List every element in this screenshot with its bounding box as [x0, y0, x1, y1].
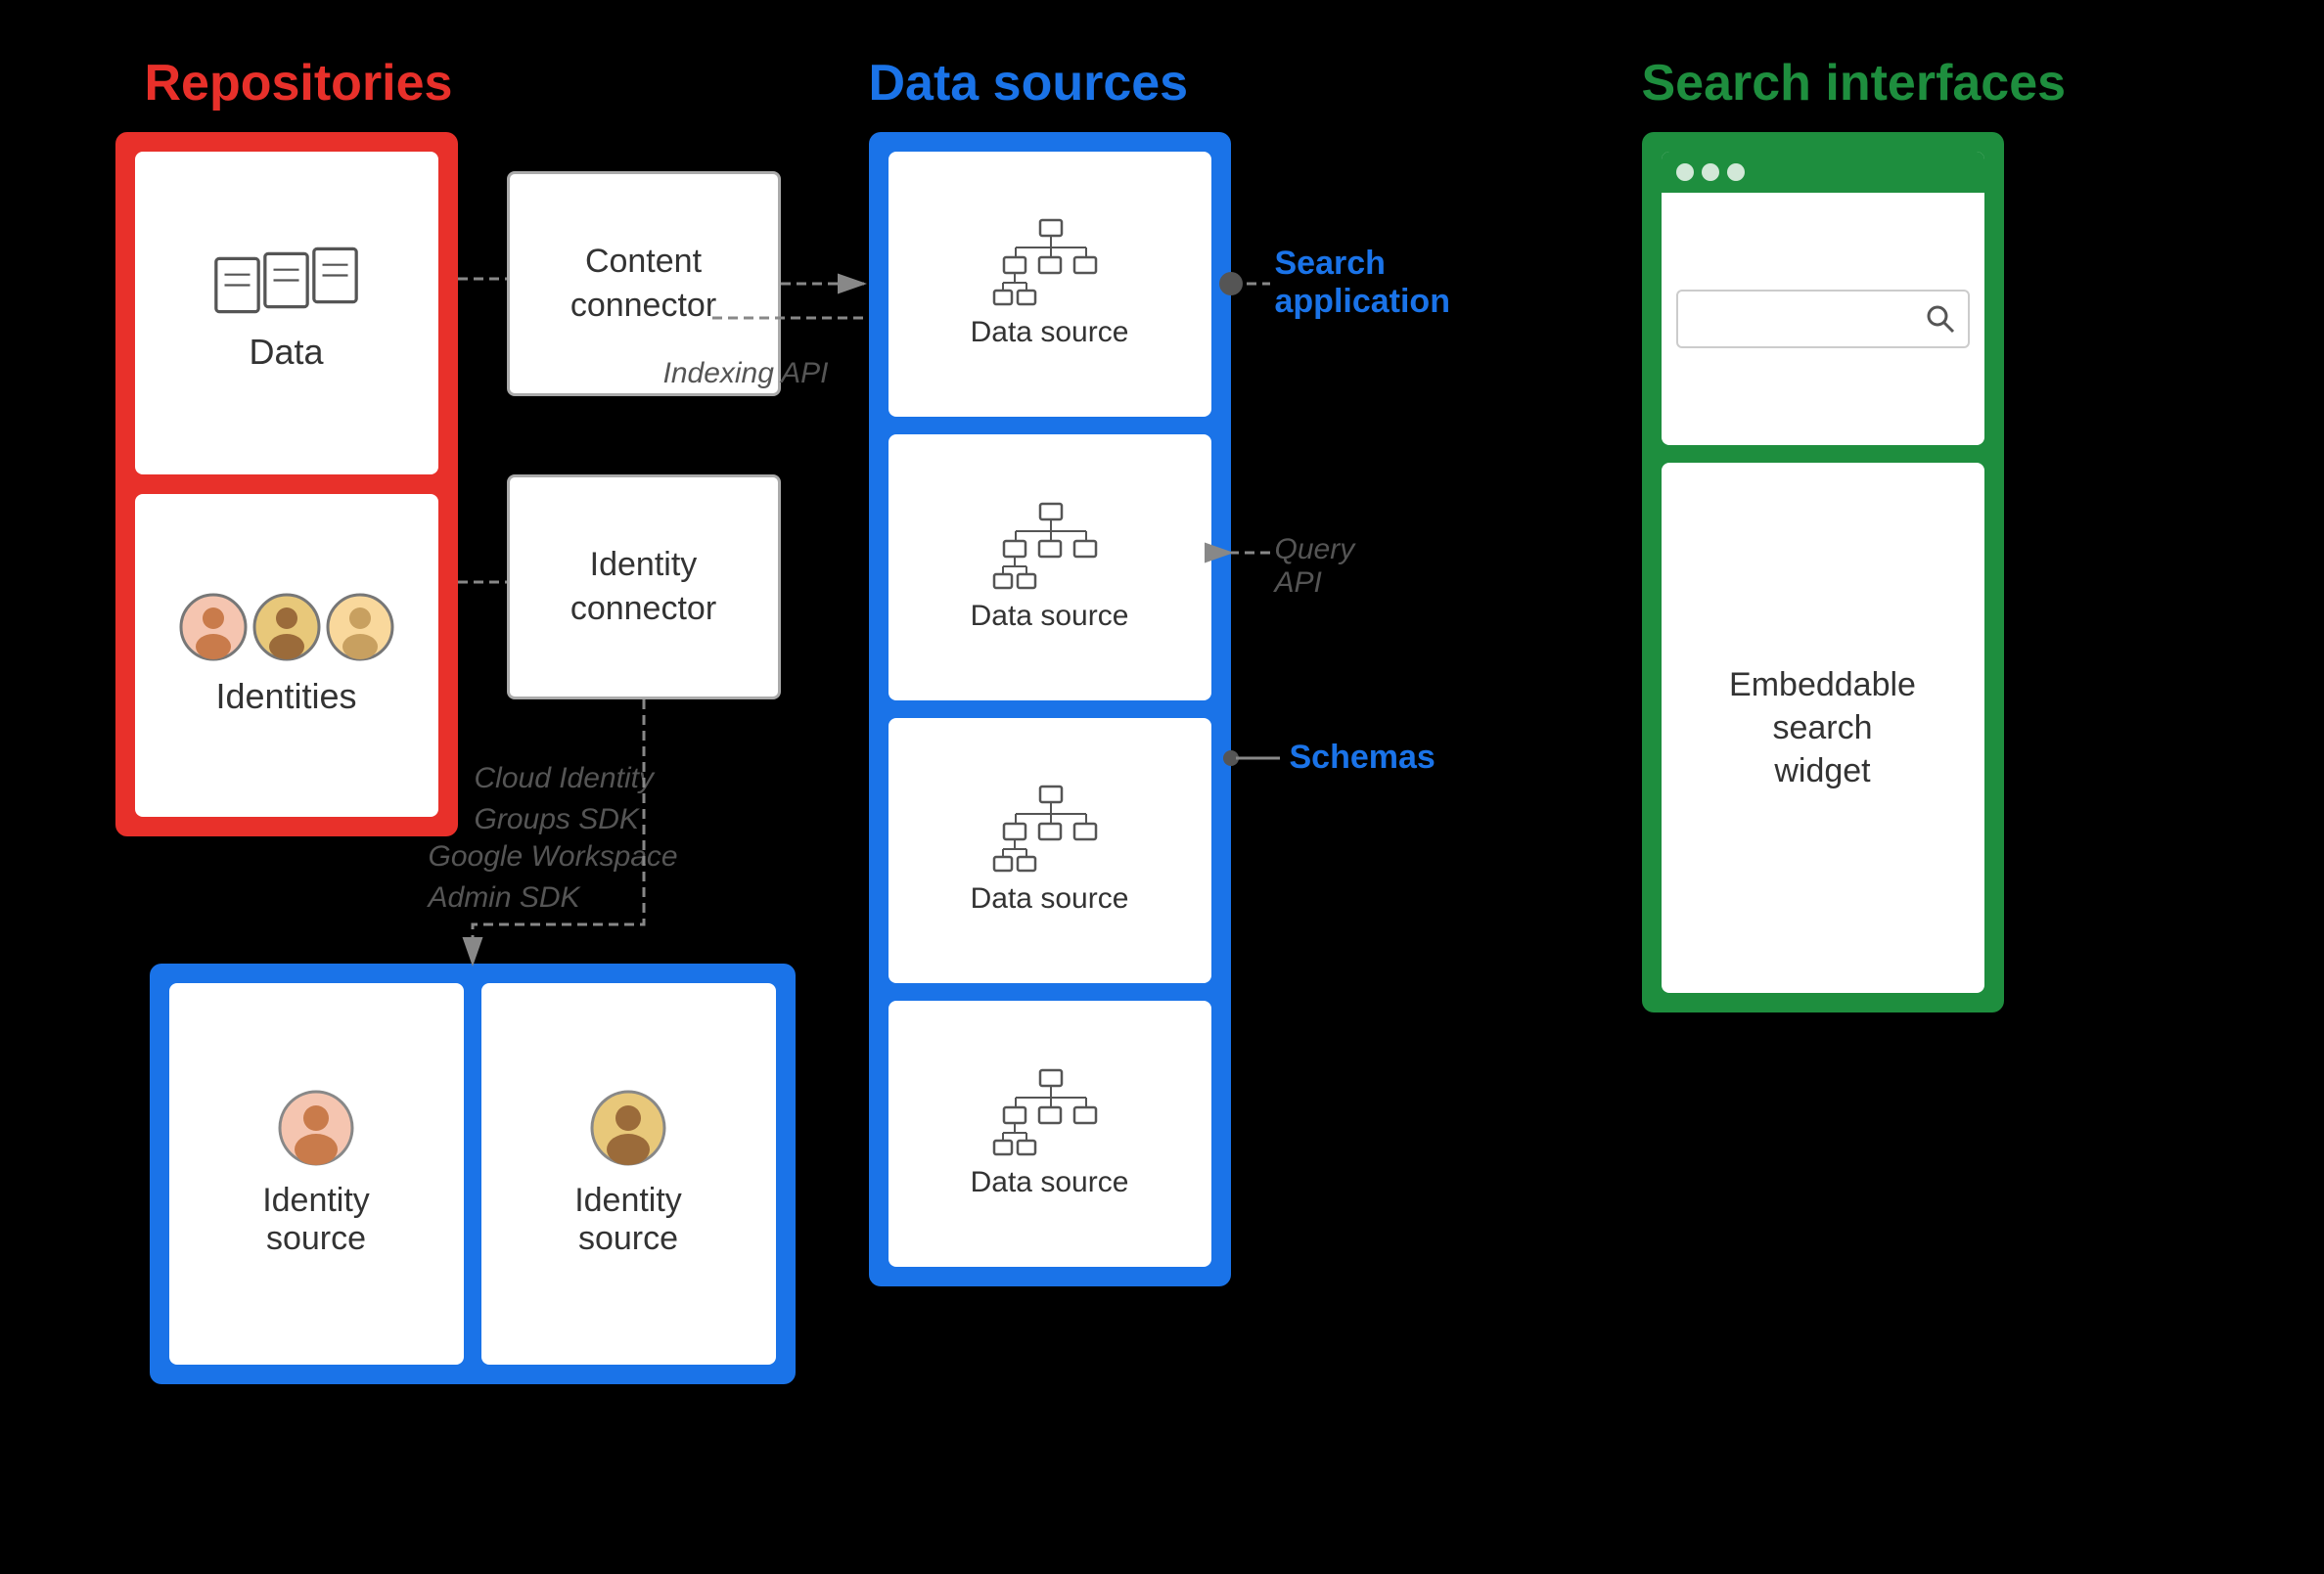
identity-icons	[179, 593, 394, 661]
diagram-inner: Repositories Data sources Search interfa…	[86, 54, 2239, 1521]
identity-source-icon-2	[589, 1089, 667, 1167]
identity-source-2: Identitysource	[481, 983, 776, 1365]
hierarchy-icon-1	[991, 218, 1109, 306]
person-icon-2	[252, 593, 321, 661]
datasource-label-3: Data source	[971, 882, 1129, 916]
datasource-4: Data source	[889, 1001, 1211, 1267]
search-bar-mock[interactable]	[1676, 290, 1970, 348]
datasources-box: Data source	[869, 132, 1231, 1286]
embeddable-widget-box: Embeddablesearchwidget	[1662, 463, 1984, 992]
search-interfaces-box: Embeddablesearchwidget	[1642, 132, 2004, 1012]
traffic-dot-1	[1676, 163, 1694, 181]
search-interfaces-label: Search interfaces	[1642, 54, 2067, 112]
hierarchy-icon-2	[991, 502, 1109, 590]
indexing-api-annotation: Indexing API	[663, 357, 829, 390]
query-api-annotation: QueryAPI	[1275, 533, 1355, 600]
document-icon-2	[259, 248, 313, 312]
traffic-dot-3	[1727, 163, 1745, 181]
datasource-2: Data source	[889, 434, 1211, 700]
datasource-1: Data source	[889, 152, 1211, 418]
data-box: Data	[135, 152, 438, 474]
search-bar-container	[1662, 193, 1984, 446]
data-label: Data	[249, 332, 323, 373]
document-icon-3	[308, 244, 362, 307]
diagram-container: Repositories Data sources Search interfa…	[0, 0, 2324, 1574]
person-icon-3	[326, 593, 394, 661]
repositories-box: Data	[115, 132, 458, 836]
datasources-label: Data sources	[869, 54, 1189, 112]
identity-source-label-2: Identitysource	[574, 1182, 682, 1258]
schemas-annotation: Schemas	[1290, 739, 1435, 777]
datasource-label-4: Data source	[971, 1166, 1129, 1199]
identity-source-icon-1	[277, 1089, 355, 1167]
traffic-dot-2	[1702, 163, 1719, 181]
hierarchy-icon-4	[991, 1068, 1109, 1156]
person-icon-1	[179, 593, 248, 661]
identity-connector-label: Identityconnector	[570, 543, 716, 629]
document-icon-1	[210, 253, 264, 317]
cloud-identity-annotation: Cloud IdentityGroups SDK	[475, 758, 654, 840]
google-workspace-annotation: Google WorkspaceAdmin SDK	[429, 836, 678, 919]
identity-sources-box: Identitysource Identitysource	[150, 964, 796, 1384]
search-interface-header	[1662, 152, 1984, 193]
identity-connector-box: Identityconnector	[507, 474, 781, 699]
content-connector-label: Contentconnector	[570, 240, 716, 326]
search-application-annotation: Searchapplication	[1275, 245, 1450, 321]
search-icon	[1925, 303, 1956, 335]
hierarchy-icon-3	[991, 785, 1109, 873]
repositories-label: Repositories	[145, 54, 453, 112]
identities-box: Identities	[135, 494, 438, 817]
identity-source-1: Identitysource	[169, 983, 464, 1365]
datasource-3: Data source	[889, 718, 1211, 984]
datasource-label-1: Data source	[971, 316, 1129, 349]
embeddable-widget-label: Embeddablesearchwidget	[1729, 663, 1916, 793]
search-interface-item-1	[1662, 152, 1984, 446]
identity-source-label-1: Identitysource	[262, 1182, 370, 1258]
data-icons	[210, 253, 362, 317]
datasource-label-2: Data source	[971, 600, 1129, 633]
identities-label: Identities	[215, 676, 356, 717]
